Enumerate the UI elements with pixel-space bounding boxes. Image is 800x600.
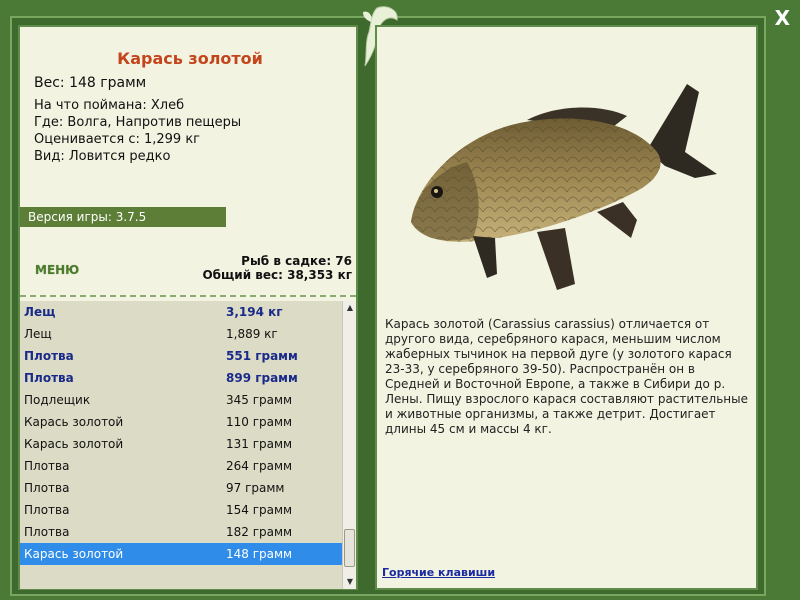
version-label: Версия игры: 3.7.5: [20, 207, 226, 227]
catch-fish-name: Плотва: [24, 349, 74, 363]
catch-list-row[interactable]: Плотва 551 грамм: [20, 345, 342, 367]
dashed-divider: [20, 295, 356, 297]
catch-fish-weight: 148 грамм: [226, 547, 293, 561]
catch-list-row[interactable]: Подлещик 345 грамм: [20, 389, 342, 411]
catch-list-row[interactable]: Карась золотой 131 грамм: [20, 433, 342, 455]
catch-fish-name: Подлещик: [24, 393, 91, 407]
catch-fish-weight: 551 грамм: [226, 349, 298, 363]
catch-fish-weight: 3,194 кг: [226, 305, 283, 319]
catch-fish-name: Плотва: [24, 503, 70, 517]
fish-description: Карась золотой (Carassius carassius) отл…: [385, 317, 749, 436]
fish-details: На что поймана: Хлеб Где: Волга, Напроти…: [34, 97, 241, 165]
catch-list-row[interactable]: Лещ 3,194 кг: [20, 301, 342, 323]
catch-fish-weight: 131 грамм: [226, 437, 293, 451]
catch-fish-name: Карась золотой: [24, 547, 124, 561]
hotkeys-link[interactable]: Горячие клавиши: [382, 566, 495, 579]
catch-list-row[interactable]: Плотва 154 грамм: [20, 499, 342, 521]
catch-fish-weight: 899 грамм: [226, 371, 298, 385]
scroll-down-arrow-icon[interactable]: ▼: [343, 575, 357, 589]
menu-button[interactable]: МЕНЮ: [35, 263, 79, 277]
catch-list-row[interactable]: Карась золотой 148 грамм: [20, 543, 342, 565]
catch-list-row[interactable]: Плотва 264 грамм: [20, 455, 342, 477]
fish-description-panel: Карась золотой (Carassius carassius) отл…: [375, 25, 758, 590]
fish-kind: Вид: Ловится редко: [34, 149, 171, 164]
fish-weight: Вес: 148 грамм: [34, 75, 147, 91]
catch-fish-weight: 182 грамм: [226, 525, 293, 539]
catch-fish-weight: 264 грамм: [226, 459, 293, 473]
catch-list-row[interactable]: Лещ 1,889 кг: [20, 323, 342, 345]
catch-fish-name: Плотва: [24, 481, 70, 495]
scroll-thumb[interactable]: [344, 529, 355, 567]
catch-fish-weight: 97 грамм: [226, 481, 285, 495]
catch-list-row[interactable]: Плотва 899 грамм: [20, 367, 342, 389]
catch-fish-weight: 1,889 кг: [226, 327, 278, 341]
fish-info-panel: Карась золотой Вес: 148 грамм На что пой…: [18, 25, 358, 590]
catch-fish-name: Плотва: [24, 371, 74, 385]
catch-list-row[interactable]: Плотва 97 грамм: [20, 477, 342, 499]
fish-price: Оценивается с: 1,299 кг: [34, 132, 201, 147]
catch-fish-name: Лещ: [24, 327, 52, 341]
catch-list-scrollbar[interactable]: ▲ ▼: [342, 301, 356, 589]
catch-fish-name: Карась золотой: [24, 437, 124, 451]
catch-fish-weight: 154 грамм: [226, 503, 293, 517]
cage-count: Рыб в садке: 76: [241, 254, 352, 268]
scroll-up-arrow-icon[interactable]: ▲: [343, 301, 357, 315]
catch-list-row[interactable]: Карась золотой 110 грамм: [20, 411, 342, 433]
catch-fish-weight: 345 грамм: [226, 393, 293, 407]
catch-fish-weight: 110 грамм: [226, 415, 293, 429]
fish-title: Карась золотой: [117, 49, 263, 68]
crucian-carp-image: [411, 84, 717, 290]
fish-bait: На что поймана: Хлеб: [34, 98, 185, 113]
cage-total-weight: Общий вес: 38,353 кг: [202, 268, 352, 282]
close-button[interactable]: X: [775, 6, 790, 30]
fish-place: Где: Волга, Напротив пещеры: [34, 115, 242, 130]
cage-summary: Рыб в садке: 76 Общий вес: 38,353 кг: [202, 254, 352, 282]
catch-fish-name: Лещ: [24, 305, 56, 319]
catch-fish-name: Плотва: [24, 459, 70, 473]
catch-list[interactable]: Лещ 3,194 кг Лещ 1,889 кг Плотва 551 грамм Пло…: [20, 301, 342, 589]
catch-fish-name: Плотва: [24, 525, 70, 539]
catch-list-row[interactable]: Плотва 182 грамм: [20, 521, 342, 543]
catch-fish-name: Карась золотой: [24, 415, 124, 429]
